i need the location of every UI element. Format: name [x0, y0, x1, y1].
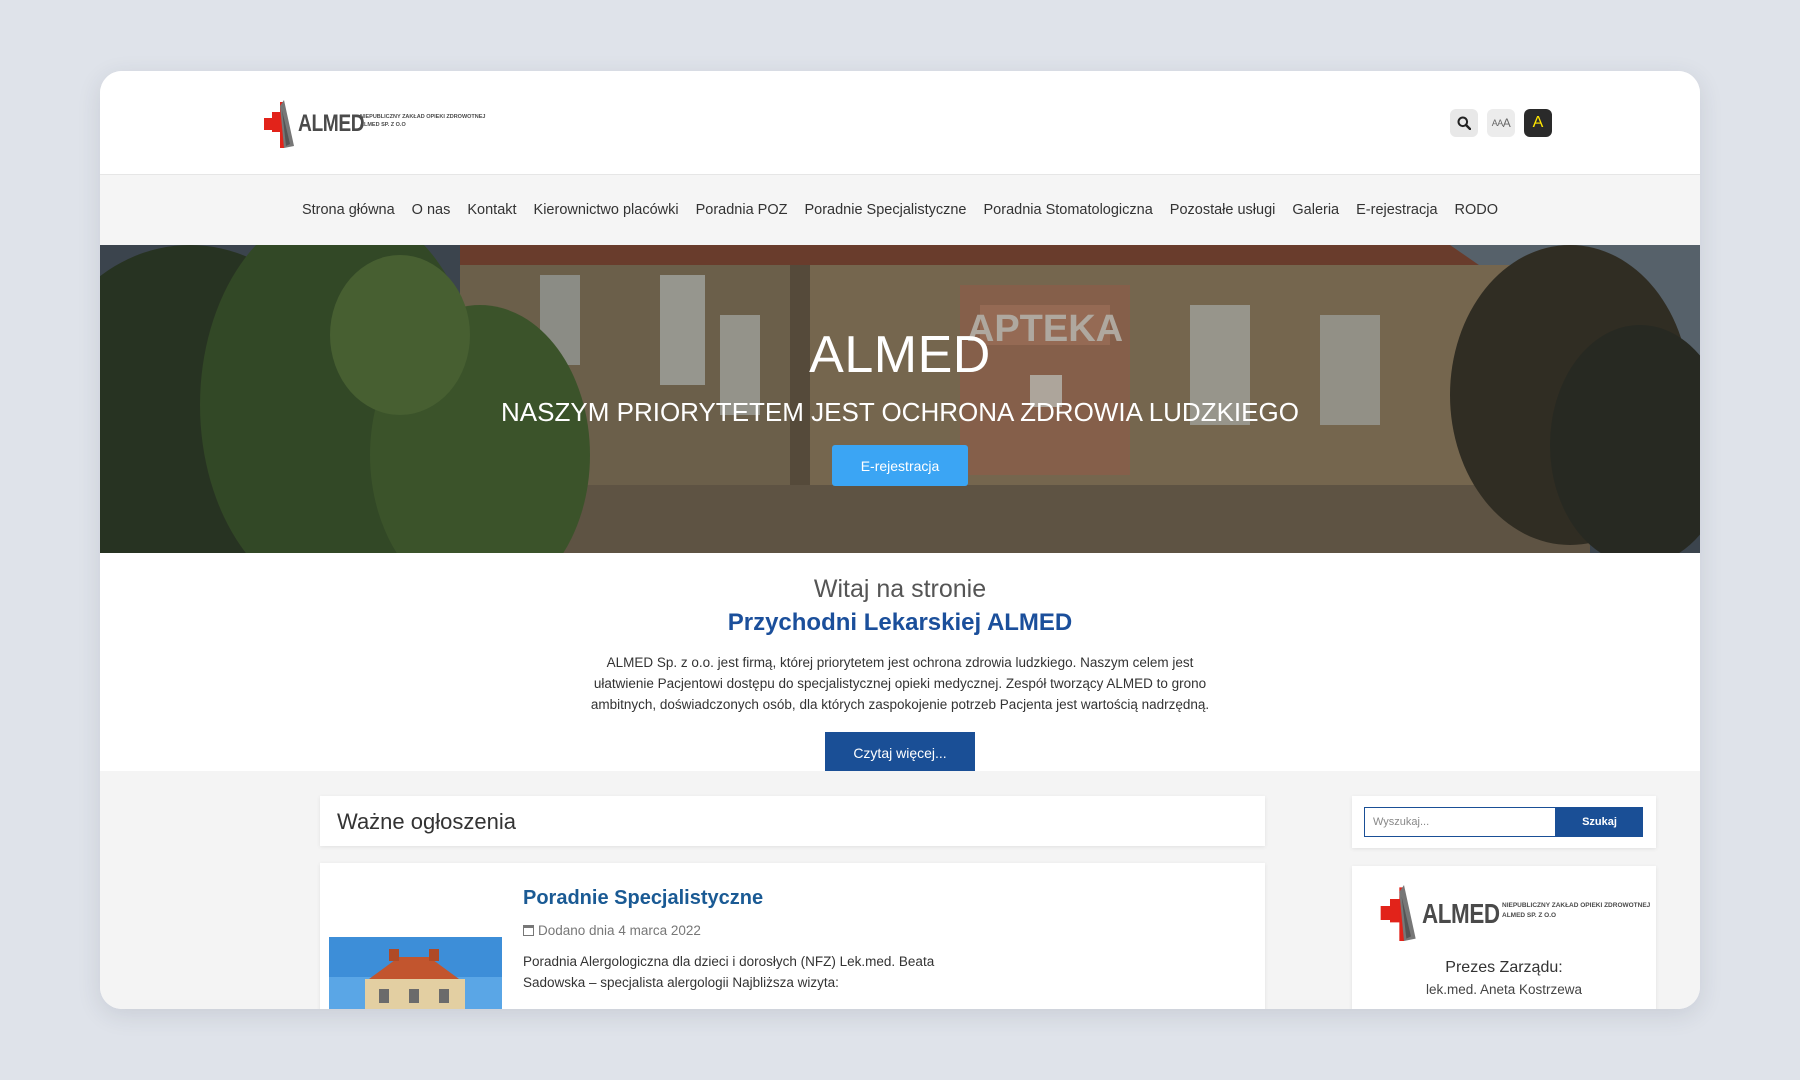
notices-title: Ważne ogłoszenia [337, 809, 516, 834]
font-size-button[interactable]: AA A [1487, 109, 1515, 137]
welcome-heading: Witaj na stronie [813, 575, 987, 603]
post-date-text: Dodano dnia 4 marca 2022 [538, 923, 701, 938]
sidebar-management-card: ALMED NIEPUBLICZNY ZAKŁAD OPIEKI ZDROWOT… [1352, 866, 1656, 1009]
notices-header: Ważne ogłoszenia [320, 796, 1265, 846]
post-title-link[interactable]: Poradnie Specjalistyczne [523, 887, 763, 910]
nav-item-poradnia-poz[interactable]: Poradnia POZ [687, 202, 796, 218]
sidebar-logo: ALMED NIEPUBLICZNY ZAKŁAD OPIEKI ZDROWOT… [1376, 885, 1650, 941]
management-role: Prezes Zarządu: [1445, 959, 1563, 976]
welcome-section: Witaj na stronie Przychodni Lekarskiej A… [100, 553, 1700, 773]
site-header: ALMED NIEPUBLICZNY ZAKŁAD OPIEKI ZDROWOT… [100, 71, 1700, 175]
post-thumbnail[interactable] [329, 937, 502, 1009]
content-area: Ważne ogłoszenia Poradnie Specjalistyczn… [100, 771, 1700, 1009]
browser-page: ALMED NIEPUBLICZNY ZAKŁAD OPIEKI ZDROWOT… [100, 71, 1700, 1009]
contrast-label: A [1532, 114, 1544, 131]
nav-item-kontakt[interactable]: Kontakt [459, 202, 525, 218]
main-nav: Strona główna O nas Kontakt Kierownictwo… [100, 175, 1700, 245]
logo-wordmark: ALMED [1422, 898, 1500, 929]
sidebar-search-input[interactable] [1364, 807, 1556, 837]
welcome-clinic-name: Przychodni Lekarskiej ALMED [727, 609, 1073, 636]
logo-subtitle: NIEPUBLICZNY ZAKŁAD OPIEKI ZDROWOTNEJ AL… [360, 113, 486, 129]
calendar-icon [523, 925, 534, 936]
nav-item-o-nas[interactable]: O nas [403, 202, 459, 218]
sidebar-search-widget: Szukaj [1352, 796, 1656, 848]
font-size-label-big: A [1502, 116, 1511, 130]
hero-subtitle: NASZYM PRIORYTETEM JEST OCHRONA ZDROWIA … [501, 397, 1299, 427]
hero-title: ALMED [809, 326, 991, 384]
font-size-label-small: AA [1491, 118, 1504, 128]
logo-cross-icon [264, 100, 294, 148]
nav-item-e-rejestracja[interactable]: E-rejestracja [1348, 202, 1446, 218]
nav-item-pozostale-uslugi[interactable]: Pozostałe usługi [1161, 202, 1284, 218]
sidebar-search-button[interactable]: Szukaj [1556, 807, 1643, 837]
logo-cross-icon [1380, 885, 1416, 941]
nav-item-galeria[interactable]: Galeria [1284, 202, 1348, 218]
nav-item-strona-glowna[interactable]: Strona główna [293, 202, 403, 218]
accessibility-tools: AA A A [1450, 109, 1552, 137]
hero-banner: APTEKA ALMED NASZYM PRIORYTETEM JEST OCH… [100, 245, 1700, 553]
contrast-button[interactable]: A [1524, 109, 1552, 137]
logo-subtitle-line2: ALMED SP. Z O.O [360, 122, 406, 128]
post-date: Dodano dnia 4 marca 2022 [523, 923, 701, 938]
read-more-button[interactable]: Czytaj więcej... [825, 732, 975, 773]
hero-e-rejestracja-button[interactable]: E-rejestracja [832, 445, 968, 486]
nav-item-rodo[interactable]: RODO [1446, 202, 1507, 218]
management-person: lek.med. Aneta Kostrzewa [1425, 982, 1583, 997]
nav-item-poradnia-stomatologiczna[interactable]: Poradnia Stomatologiczna [975, 202, 1161, 218]
search-button[interactable] [1450, 109, 1478, 137]
nav-item-kierownictwo[interactable]: Kierownictwo placówki [525, 202, 687, 218]
logo-wordmark: ALMED [298, 110, 365, 137]
search-icon [1457, 116, 1471, 130]
logo-subtitle-line1: NIEPUBLICZNY ZAKŁAD OPIEKI ZDROWOTNEJ [360, 114, 486, 120]
site-logo[interactable]: ALMED NIEPUBLICZNY ZAKŁAD OPIEKI ZDROWOT… [260, 100, 486, 148]
post-excerpt: Poradnia Alergologiczna dla dzieci i dor… [523, 954, 935, 990]
post-card: Poradnie Specjalistyczne Dodano dnia 4 m… [320, 863, 1265, 1009]
post-thumbnail-image [329, 937, 502, 1009]
logo-subtitle-line1: NIEPUBLICZNY ZAKŁAD OPIEKI ZDROWOTNEJ [1502, 902, 1651, 909]
welcome-description: ALMED Sp. z o.o. jest firmą, której prio… [590, 655, 1210, 712]
logo-subtitle-line2: ALMED SP. Z O.O [1502, 912, 1557, 919]
logo-subtitle: NIEPUBLICZNY ZAKŁAD OPIEKI ZDROWOTNEJ AL… [1502, 901, 1650, 921]
nav-item-poradnie-specjalistyczne[interactable]: Poradnie Specjalistyczne [796, 202, 975, 218]
